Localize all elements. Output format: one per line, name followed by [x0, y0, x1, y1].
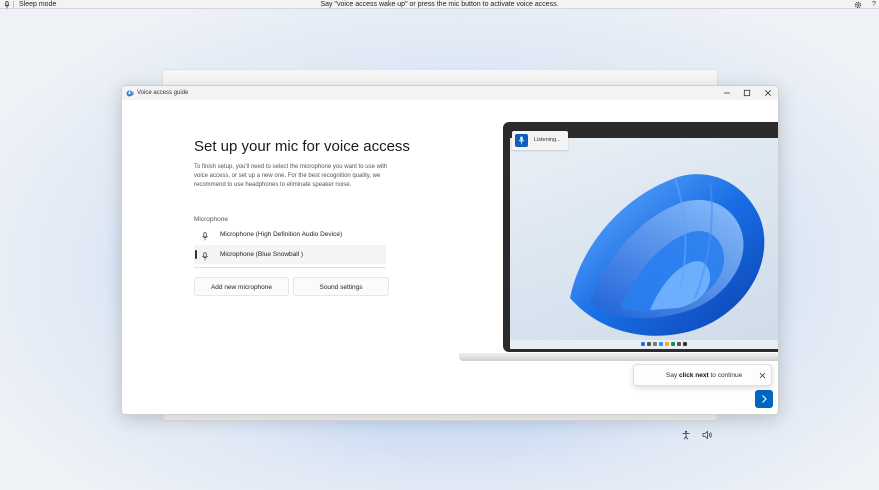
microphone-label: Microphone [194, 216, 228, 223]
task-view-icon [653, 342, 657, 346]
tooltip-text: Say click next to continue [666, 365, 742, 387]
minimize-button[interactable] [719, 86, 735, 100]
close-button[interactable] [760, 86, 776, 100]
store-icon [677, 342, 681, 346]
help-icon[interactable]: ? [870, 0, 878, 9]
microphone-option-hd-audio[interactable]: Microphone (High Definition Audio Device… [194, 225, 386, 244]
microphone-option-blue-snowball[interactable]: Microphone (Blue Snowball ) [194, 245, 386, 264]
speaker-icon[interactable] [702, 429, 713, 440]
laptop-taskbar [510, 340, 778, 349]
tooltip-suffix: to continue [708, 372, 743, 379]
maximize-button[interactable] [739, 86, 755, 100]
microphone-option-label: Microphone (Blue Snowball ) [220, 251, 304, 258]
gear-icon[interactable] [853, 0, 862, 9]
voice-hint-tooltip: Say click next to continue [633, 364, 772, 386]
widgets-icon [659, 342, 663, 346]
search-icon [647, 342, 651, 346]
start-icon [641, 342, 645, 346]
chevron-right-icon [762, 395, 767, 403]
voice-access-app-icon [126, 89, 135, 98]
title-bar: Voice access guide [122, 86, 778, 100]
mic-icon [515, 134, 528, 147]
laptop-screen [510, 138, 778, 349]
taskbar-icons [641, 342, 687, 346]
page-title: Set up your mic for voice access [194, 138, 410, 155]
mic-icon [201, 250, 209, 261]
tooltip-command: click next [679, 372, 709, 379]
add-new-microphone-button[interactable]: Add new microphone [194, 277, 289, 296]
microphone-option-label: Microphone (High Definition Audio Device… [220, 231, 343, 238]
laptop-base [459, 353, 778, 361]
selection-indicator [195, 250, 197, 259]
mic-icon [201, 230, 209, 241]
close-icon[interactable] [759, 365, 766, 387]
file-explorer-icon [665, 342, 669, 346]
accessibility-icon[interactable] [680, 429, 691, 440]
setup-description: To finish setup, you'll need to select t… [194, 164, 388, 189]
window-title: Voice access guide [137, 90, 189, 96]
next-button[interactable] [755, 390, 773, 408]
windows-bloom-wallpaper [570, 174, 765, 336]
edge-icon [671, 342, 675, 346]
divider [194, 267, 386, 268]
tooltip-prefix: Say [666, 372, 680, 379]
voice-message: Say "voice access wake up" or press the … [320, 1, 559, 8]
app-icon [683, 342, 687, 346]
listening-text: Listening... [534, 137, 561, 143]
sound-settings-button[interactable]: Sound settings [293, 277, 389, 296]
listening-indicator: Listening... [512, 131, 568, 150]
voice-access-bar: Sleep mode Say "voice access wake up" or… [0, 0, 879, 9]
